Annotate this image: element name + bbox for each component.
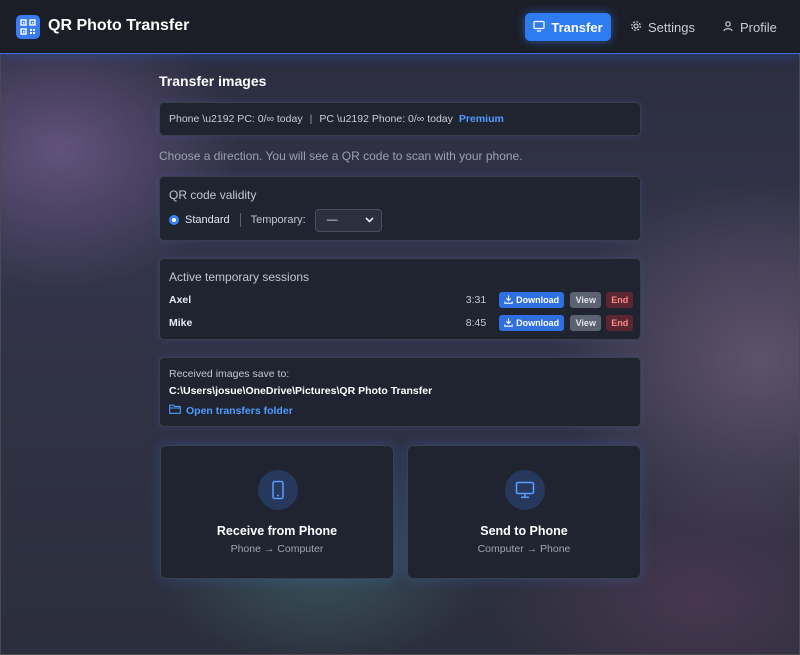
nav-profile-label: Profile (740, 19, 777, 35)
premium-link[interactable]: Premium (459, 113, 504, 125)
download-button[interactable]: Download (499, 292, 565, 308)
end-button[interactable]: End (606, 292, 633, 308)
download-label: Download (516, 295, 560, 305)
nav-settings-button[interactable]: Settings (620, 13, 705, 41)
session-name: Axel (169, 294, 192, 306)
send-card-title: Send to Phone (480, 524, 568, 538)
session-time: 8:45 (465, 317, 487, 329)
standard-label[interactable]: Standard (185, 214, 230, 226)
chevron-down-icon (365, 214, 374, 226)
view-button[interactable]: View (570, 292, 602, 308)
download-icon (504, 295, 513, 306)
end-button[interactable]: End (606, 315, 633, 331)
download-button[interactable]: Download (499, 315, 565, 331)
session-name: Mike (169, 317, 193, 329)
send-to-phone-card[interactable]: Send to Phone Computer → Phone (407, 445, 641, 579)
qr-validity-title: QR code validity (169, 188, 257, 202)
receive-card-title: Receive from Phone (216, 524, 338, 538)
session-row: Mike 8:45 Download View End (169, 314, 633, 332)
quota-phone-to-pc: Phone \u2192 PC: 0/∞ today (169, 113, 303, 125)
nav-settings-label: Settings (648, 19, 695, 35)
gear-icon (630, 20, 642, 35)
nav-transfer-button[interactable]: Transfer (525, 13, 611, 41)
phone-icon (258, 470, 298, 510)
quota-pc-to-phone: PC \u2192 Phone: 0/∞ today (319, 113, 453, 125)
validity-options: Standard Temporary: — (169, 208, 382, 232)
download-label: Download (516, 318, 560, 328)
temporary-label: Temporary: (250, 214, 306, 226)
active-sessions-panel: Active temporary sessions Axel 3:31 Down… (159, 258, 641, 340)
send-card-subtitle: Computer → Phone (477, 543, 571, 555)
monitor-icon (505, 470, 545, 510)
temporary-select[interactable]: — (314, 208, 382, 232)
nav-profile-button[interactable]: Profile (712, 13, 787, 41)
temporary-select-value: — (326, 214, 338, 226)
app-header: QR Photo Transfer Transfer Settings Prof… (0, 0, 800, 54)
receive-card-subtitle: Phone → Computer (230, 543, 324, 555)
nav-transfer-label: Transfer (551, 19, 603, 35)
qr-validity-panel: QR code validity Standard Temporary: — (159, 176, 641, 241)
active-sessions-title: Active temporary sessions (169, 270, 310, 284)
download-icon (504, 318, 513, 329)
quota-separator: | (309, 113, 313, 125)
page-title: Transfer images (159, 73, 267, 89)
quota-bar: Phone \u2192 PC: 0/∞ today | PC \u2192 P… (159, 102, 641, 136)
user-icon (722, 20, 734, 35)
session-time: 3:31 (465, 294, 487, 306)
session-row: Axel 3:31 Download View End (169, 291, 633, 309)
app-title: QR Photo Transfer (48, 17, 190, 34)
open-folder-label: Open transfers folder (186, 404, 293, 417)
qr-logo-icon (16, 15, 40, 39)
receive-from-phone-card[interactable]: Receive from Phone Phone → Computer (160, 445, 394, 579)
open-folder-link[interactable]: Open transfers folder (169, 404, 293, 417)
folder-icon (169, 404, 181, 417)
save-location-panel: Received images save to: C:\Users\josue\… (159, 357, 641, 427)
monitor-icon (533, 20, 545, 35)
standard-radio[interactable] (169, 215, 179, 225)
divider (239, 213, 241, 227)
direction-hint: Choose a direction. You will see a QR co… (159, 149, 523, 163)
save-location-path: C:\Users\josue\OneDrive\Pictures\QR Phot… (169, 385, 433, 397)
view-button[interactable]: View (570, 315, 602, 331)
save-location-label: Received images save to: (169, 368, 290, 380)
